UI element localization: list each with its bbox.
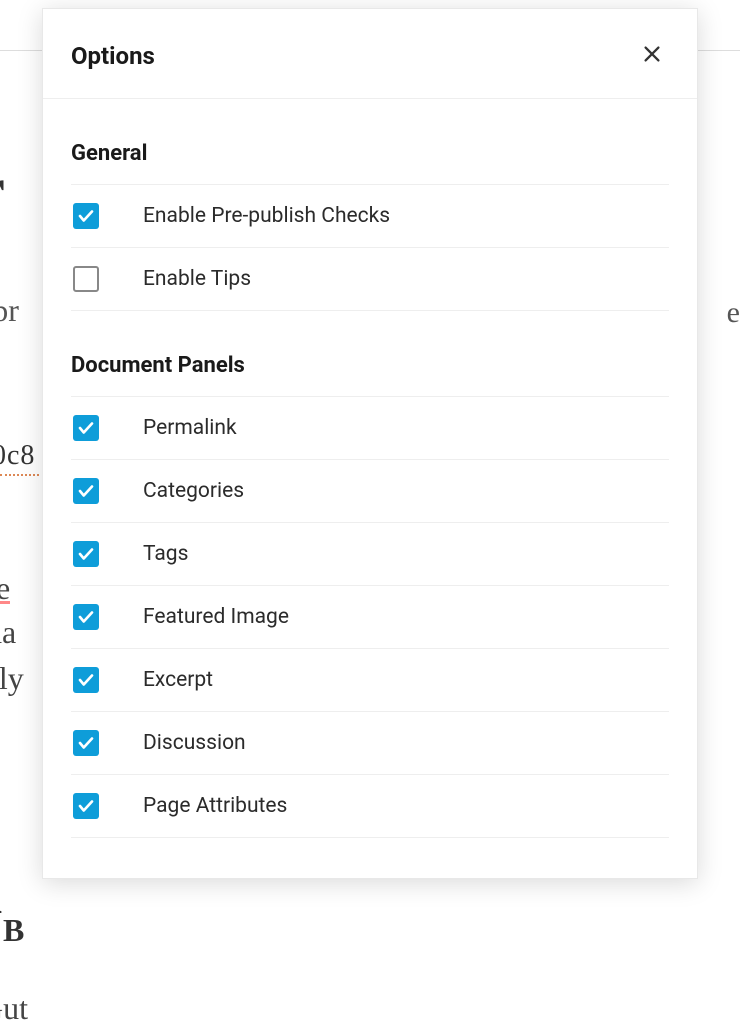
close-icon bbox=[641, 43, 663, 68]
bg-underline bbox=[0, 474, 39, 476]
option-label: Page Attributes bbox=[143, 794, 287, 818]
modal-title: Options bbox=[71, 42, 155, 70]
checkbox-checked-icon bbox=[73, 793, 99, 819]
option-label: Excerpt bbox=[143, 668, 213, 692]
option-label: Enable Tips bbox=[143, 267, 251, 291]
checkbox-checked-icon bbox=[73, 203, 99, 229]
bg-text: e pr bbox=[0, 292, 19, 329]
option-label: Permalink bbox=[143, 416, 237, 440]
bg-text: e bbox=[727, 296, 740, 330]
section-title: Document Panels bbox=[71, 353, 669, 378]
option-excerpt[interactable]: Excerpt bbox=[71, 648, 669, 711]
modal-body: General Enable Pre-publish Checks Enable… bbox=[43, 141, 697, 878]
bg-text: n bbox=[0, 860, 2, 927]
checkbox-checked-icon bbox=[73, 541, 99, 567]
option-permalink[interactable]: Permalink bbox=[71, 396, 669, 459]
modal-header: Options bbox=[43, 9, 697, 99]
bg-text: oda bbox=[0, 614, 16, 651]
option-page-attributes[interactable]: Page Attributes bbox=[71, 774, 669, 838]
section-title: General bbox=[71, 141, 669, 166]
bg-text: Gut bbox=[0, 990, 28, 1027]
checkbox-checked-icon bbox=[73, 667, 99, 693]
bg-text: ily bbox=[0, 660, 24, 697]
option-label: Tags bbox=[143, 542, 188, 566]
option-label: Enable Pre-publish Checks bbox=[143, 204, 390, 228]
close-button[interactable] bbox=[637, 39, 667, 72]
checkbox-checked-icon bbox=[73, 604, 99, 630]
section-document-panels: Document Panels Permalink Categories Tag… bbox=[71, 353, 669, 838]
checkbox-checked-icon bbox=[73, 415, 99, 441]
option-label: Discussion bbox=[143, 731, 246, 755]
checkbox-checked-icon bbox=[73, 730, 99, 756]
section-general: General Enable Pre-publish Checks Enable… bbox=[71, 141, 669, 311]
checkbox-checked-icon bbox=[73, 478, 99, 504]
bg-text: B bbox=[3, 912, 24, 949]
bg-text: ar bbox=[0, 155, 5, 222]
option-label: Featured Image bbox=[143, 605, 289, 629]
option-label: Categories bbox=[143, 479, 244, 503]
option-discussion[interactable]: Discussion bbox=[71, 711, 669, 774]
option-tags[interactable]: Tags bbox=[71, 522, 669, 585]
option-enable-prepublish-checks[interactable]: Enable Pre-publish Checks bbox=[71, 184, 669, 247]
bg-text: he bbox=[0, 570, 10, 607]
option-categories[interactable]: Categories bbox=[71, 459, 669, 522]
options-modal: Options General Enable Pre-publish Check… bbox=[42, 8, 698, 879]
checkbox-unchecked-icon bbox=[73, 266, 99, 292]
option-featured-image[interactable]: Featured Image bbox=[71, 585, 669, 648]
bg-text: 0c8 bbox=[0, 440, 35, 472]
option-enable-tips[interactable]: Enable Tips bbox=[71, 247, 669, 311]
